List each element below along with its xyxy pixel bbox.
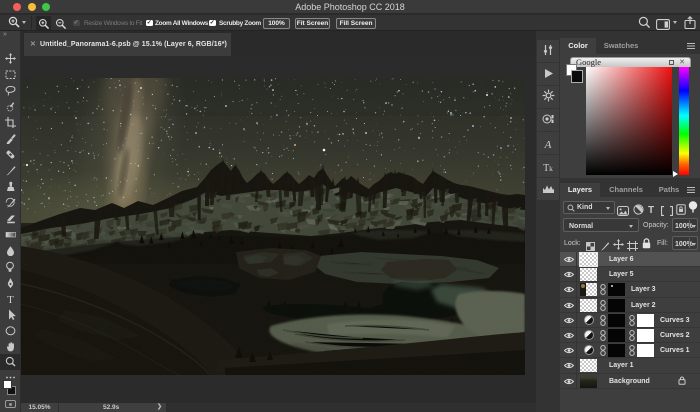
svg-text:T: T — [7, 294, 14, 304]
